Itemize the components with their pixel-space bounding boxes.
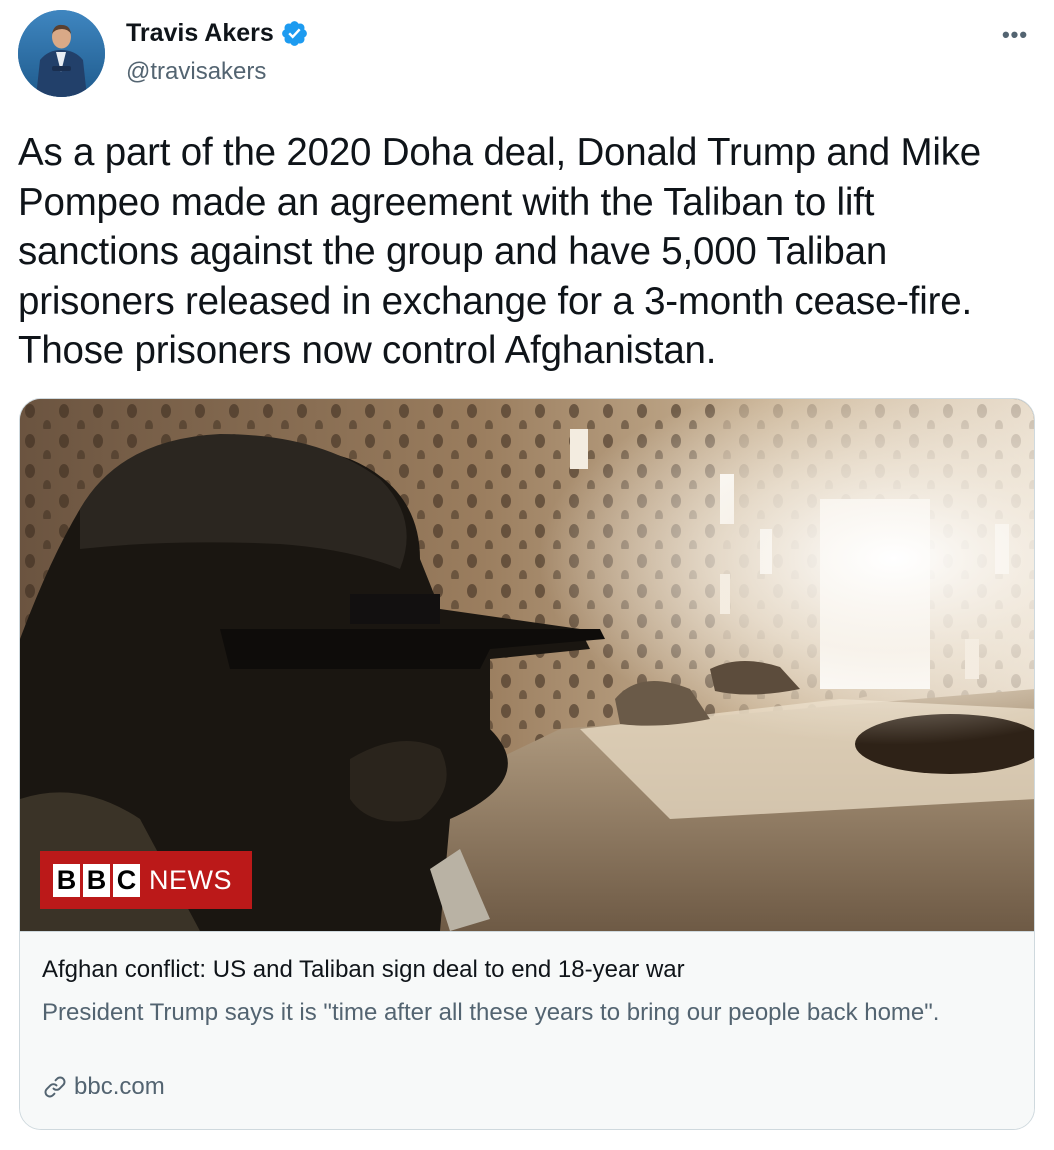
verified-badge-icon [280,19,309,48]
bbc-letter-c: C [113,863,140,897]
tweet[interactable]: Travis Akers @travisakers ••• As a part … [0,0,1054,1150]
bbc-news-word: NEWS [149,864,232,895]
bbc-letter-b2: B [83,863,110,897]
link-card[interactable]: B B C NEWS Afghan conflict: US and Talib… [19,398,1035,1130]
avatar[interactable] [18,10,105,97]
bbc-letter-b1: B [53,863,80,897]
link-icon [42,1074,68,1100]
more-icon: ••• [1001,22,1029,47]
card-image[interactable]: B B C NEWS [20,399,1034,931]
profile-photo-icon [18,10,105,97]
card-description: President Trump says it is "time after a… [42,999,940,1026]
user-handle[interactable]: @travisakers [126,58,266,86]
card-title: Afghan conflict: US and Taliban sign dea… [42,956,685,983]
card-domain-text: bbc.com [74,1073,165,1100]
more-options-button[interactable]: ••• [998,20,1032,50]
display-name[interactable]: Travis Akers [126,19,274,48]
bbc-news-logo: B B C NEWS [40,851,252,909]
tweet-text: As a part of the 2020 Doha deal, Donald … [18,131,981,372]
card-domain: bbc.com [42,1073,165,1101]
card-body[interactable]: Afghan conflict: US and Taliban sign dea… [20,932,1034,1129]
